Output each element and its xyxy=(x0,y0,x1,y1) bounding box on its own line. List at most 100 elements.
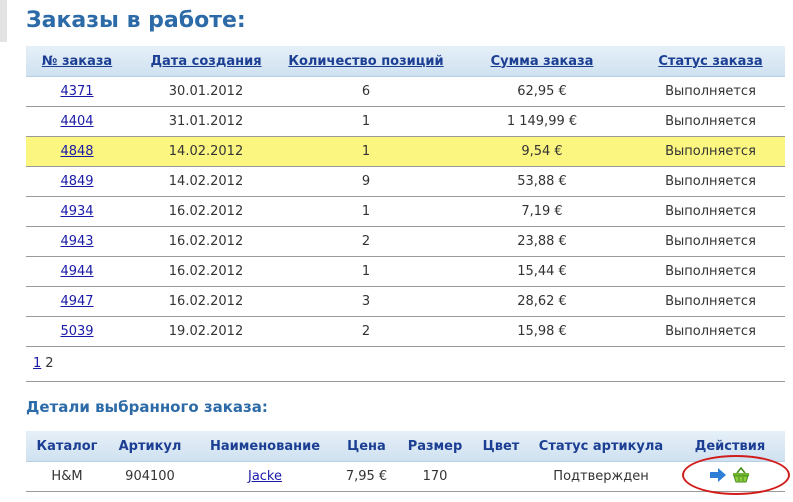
order-sum-cell: 28,62 € xyxy=(448,286,636,317)
actions-cell xyxy=(675,461,785,492)
order-link[interactable]: 4943 xyxy=(60,234,93,249)
order-link[interactable]: 4404 xyxy=(60,114,93,129)
order-link[interactable]: 4371 xyxy=(60,84,93,99)
table-row[interactable]: 4849 14.02.2012 9 53,88 € Выполняется xyxy=(26,166,785,197)
sort-created-date-link[interactable]: Дата создания xyxy=(150,54,261,69)
sort-order-status-link[interactable]: Статус заказа xyxy=(658,54,762,69)
table-row[interactable]: 4943 16.02.2012 2 23,88 € Выполняется xyxy=(26,226,785,257)
order-sum-cell: 1 149,99 € xyxy=(448,106,636,137)
basket-icon[interactable] xyxy=(731,466,751,488)
order-id-cell[interactable]: 4848 xyxy=(26,136,128,167)
color-cell xyxy=(475,461,527,492)
col-order-number[interactable]: № заказа xyxy=(26,46,128,77)
order-sum-cell: 23,88 € xyxy=(448,226,636,257)
order-link[interactable]: 4849 xyxy=(60,174,93,189)
details-title: Детали выбранного заказа: xyxy=(26,398,268,416)
order-count-cell: 1 xyxy=(284,106,448,137)
order-sum-cell: 9,54 € xyxy=(448,136,636,167)
col-actions: Действия xyxy=(675,431,785,462)
order-details-table: Каталог Артикул Наименование Цена Размер… xyxy=(26,431,785,492)
price-cell: 7,95 € xyxy=(338,461,395,492)
order-id-cell[interactable]: 5039 xyxy=(26,316,128,347)
col-order-status[interactable]: Статус заказа xyxy=(636,46,785,77)
order-link[interactable]: 4934 xyxy=(60,204,93,219)
col-price: Цена xyxy=(338,431,395,462)
size-cell: 170 xyxy=(395,461,475,492)
article-cell: 904100 xyxy=(108,461,192,492)
order-link[interactable]: 5039 xyxy=(60,324,93,339)
table-row[interactable]: 4934 16.02.2012 1 7,19 € Выполняется xyxy=(26,196,785,227)
col-order-sum[interactable]: Сумма заказа xyxy=(448,46,636,77)
table-row[interactable]: 5039 19.02.2012 2 15,98 € Выполняется xyxy=(26,316,785,347)
divider xyxy=(26,381,785,382)
page-title: Заказы в работе: xyxy=(26,8,246,33)
orders-header-row: № заказа Дата создания Количество позици… xyxy=(26,46,785,77)
order-count-cell: 9 xyxy=(284,166,448,197)
order-link[interactable]: 4947 xyxy=(60,294,93,309)
col-created-date[interactable]: Дата создания xyxy=(128,46,284,77)
order-id-cell[interactable]: 4943 xyxy=(26,226,128,257)
order-count-cell: 3 xyxy=(284,286,448,317)
article-status-cell: Подтвержден xyxy=(527,461,675,492)
page-link[interactable]: 1 xyxy=(33,356,41,371)
order-date-cell: 16.02.2012 xyxy=(128,226,284,257)
order-count-cell: 1 xyxy=(284,136,448,167)
order-date-cell: 30.01.2012 xyxy=(128,76,284,107)
order-count-cell: 2 xyxy=(284,316,448,347)
col-size: Размер xyxy=(395,431,475,462)
col-article-status: Статус артикула xyxy=(527,431,675,462)
order-status-cell: Выполняется xyxy=(636,316,785,347)
order-link[interactable]: 4944 xyxy=(60,264,93,279)
sort-order-sum-link[interactable]: Сумма заказа xyxy=(491,54,594,69)
orders-table: № заказа Дата создания Количество позици… xyxy=(26,46,785,347)
order-status-cell: Выполняется xyxy=(636,76,785,107)
order-date-cell: 16.02.2012 xyxy=(128,286,284,317)
col-article: Артикул xyxy=(108,431,192,462)
order-count-cell: 2 xyxy=(284,226,448,257)
order-id-cell[interactable]: 4944 xyxy=(26,256,128,287)
col-catalog: Каталог xyxy=(26,431,108,462)
table-row[interactable]: 4944 16.02.2012 1 15,44 € Выполняется xyxy=(26,256,785,287)
order-date-cell: 16.02.2012 xyxy=(128,256,284,287)
table-row[interactable]: 4404 31.01.2012 1 1 149,99 € Выполняется xyxy=(26,106,785,137)
order-status-cell: Выполняется xyxy=(636,196,785,227)
order-link[interactable]: 4848 xyxy=(60,144,93,159)
sort-item-count-link[interactable]: Количество позиций xyxy=(288,54,443,69)
pagination: 12 xyxy=(33,356,54,371)
col-item-count[interactable]: Количество позиций xyxy=(284,46,448,77)
table-row-selected[interactable]: 4848 14.02.2012 1 9,54 € Выполняется xyxy=(26,136,785,167)
order-date-cell: 19.02.2012 xyxy=(128,316,284,347)
name-cell[interactable]: Jacke xyxy=(192,461,338,492)
order-sum-cell: 15,44 € xyxy=(448,256,636,287)
order-date-cell: 16.02.2012 xyxy=(128,196,284,227)
arrow-right-icon[interactable] xyxy=(709,467,727,487)
table-row[interactable]: 4947 16.02.2012 3 28,62 € Выполняется xyxy=(26,286,785,317)
col-color: Цвет xyxy=(475,431,527,462)
order-date-cell: 31.01.2012 xyxy=(128,106,284,137)
order-sum-cell: 53,88 € xyxy=(448,166,636,197)
order-status-cell: Выполняется xyxy=(636,256,785,287)
item-name-link[interactable]: Jacke xyxy=(248,469,282,484)
order-id-cell[interactable]: 4849 xyxy=(26,166,128,197)
order-status-cell: Выполняется xyxy=(636,226,785,257)
order-id-cell[interactable]: 4947 xyxy=(26,286,128,317)
table-row[interactable]: 4371 30.01.2012 6 62,95 € Выполняется xyxy=(26,76,785,107)
table-row: H&M 904100 Jacke 7,95 € 170 Подтвержден xyxy=(26,461,785,492)
order-id-cell[interactable]: 4371 xyxy=(26,76,128,107)
sort-order-number-link[interactable]: № заказа xyxy=(42,54,112,69)
left-edge-bar xyxy=(0,0,7,42)
order-sum-cell: 62,95 € xyxy=(448,76,636,107)
order-status-cell: Выполняется xyxy=(636,166,785,197)
order-status-cell: Выполняется xyxy=(636,286,785,317)
col-name: Наименование xyxy=(192,431,338,462)
order-date-cell: 14.02.2012 xyxy=(128,136,284,167)
order-count-cell: 6 xyxy=(284,76,448,107)
order-date-cell: 14.02.2012 xyxy=(128,166,284,197)
order-sum-cell: 15,98 € xyxy=(448,316,636,347)
catalog-cell: H&M xyxy=(26,461,108,492)
order-id-cell[interactable]: 4934 xyxy=(26,196,128,227)
order-status-cell: Выполняется xyxy=(636,106,785,137)
order-count-cell: 1 xyxy=(284,256,448,287)
order-id-cell[interactable]: 4404 xyxy=(26,106,128,137)
current-page: 2 xyxy=(45,356,54,371)
